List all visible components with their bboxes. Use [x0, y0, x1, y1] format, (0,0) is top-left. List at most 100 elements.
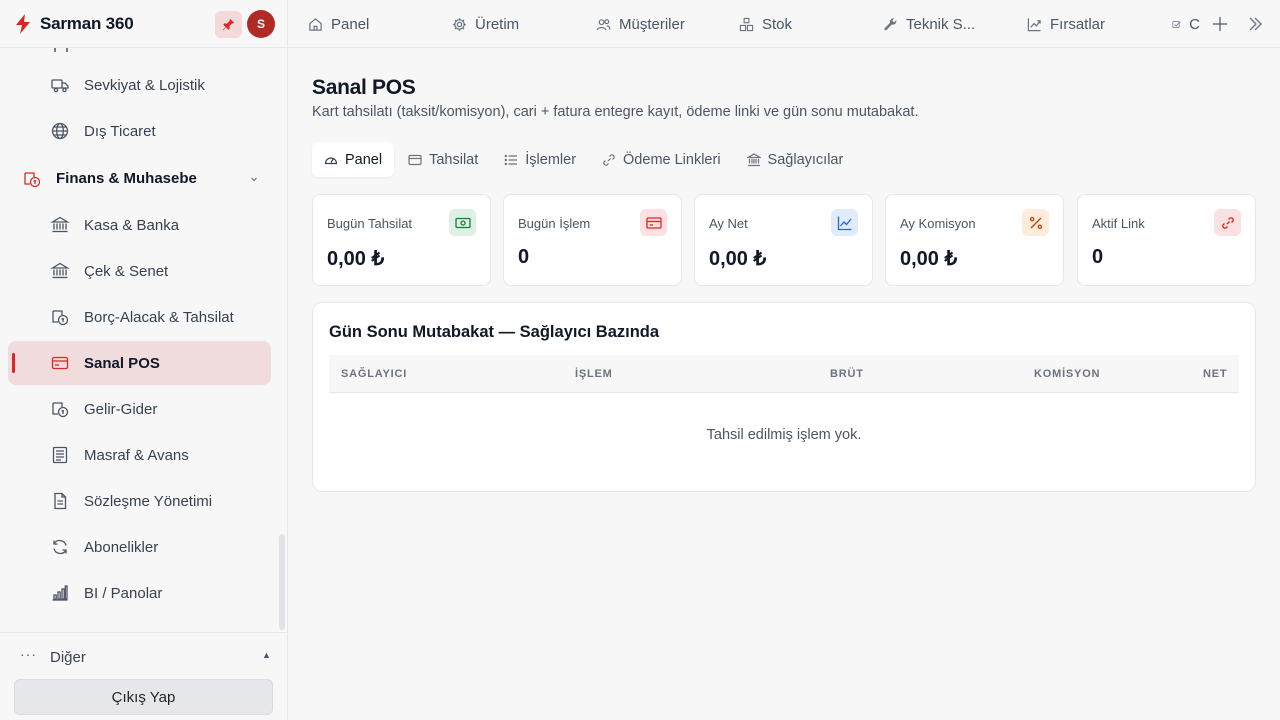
other-menu-toggle[interactable]: ··· Diğer ▲: [0, 633, 287, 679]
column-header-brut[interactable]: BRÜT: [830, 368, 864, 380]
line-chart-icon: [831, 209, 858, 236]
brand[interactable]: Sarman 360: [0, 0, 287, 48]
top-tab-musteriler[interactable]: Müşteriler: [596, 0, 685, 48]
sidebar-item-label: Abonelikler: [84, 538, 159, 556]
stat-value: 0: [1092, 246, 1104, 268]
sidebar-item-label: Sevkiyat & Lojistik: [84, 76, 205, 94]
empty-state-text: Tahsil edilmiş işlem yok.: [706, 427, 862, 443]
link-icon: [603, 153, 615, 166]
bank-icon: [746, 152, 761, 166]
sub-tabs: Panel Tahsilat İşlemler Ödeme Linkleri S…: [312, 142, 857, 178]
sidebar-item-kasa-banka[interactable]: Kasa & Banka: [8, 203, 271, 247]
document-icon: [54, 492, 67, 510]
percent-icon: [1022, 209, 1049, 236]
tab-tahsilat[interactable]: Tahsilat: [396, 142, 490, 177]
sidebar-item-abonelikler[interactable]: Abonelikler: [8, 525, 271, 569]
column-header-net[interactable]: NET: [1203, 368, 1227, 380]
sidebar-group-finans[interactable]: Finans & Muhasebe: [8, 157, 271, 201]
column-header-komisyon[interactable]: KOMİSYON: [1034, 368, 1100, 380]
sidebar-item-label: Sözleşme Yönetimi: [84, 492, 213, 510]
sidebar-item-label: Çek & Senet: [84, 262, 169, 280]
stat-card-bugun-islem: Bugün İşlem 0: [503, 194, 682, 286]
stat-card-ay-komisyon: Ay Komisyon 0,00 ₺: [885, 194, 1064, 286]
sidebar-item-label: BI / Panolar: [84, 584, 163, 602]
stat-value: 0,00 ₺: [900, 248, 958, 270]
home-icon: [309, 17, 322, 31]
main-content: Sanal POS Kart tahsilatı (taksit/komisyo…: [288, 48, 1280, 720]
list-icon: [504, 154, 518, 165]
logout-button[interactable]: Çıkış Yap: [14, 679, 273, 715]
credit-card-icon: [51, 356, 69, 370]
page-title: Sanal POS: [312, 76, 416, 99]
stat-label: Ay Komisyon: [900, 216, 976, 231]
top-tab-teknik-servis[interactable]: Teknik S...: [883, 0, 975, 48]
sidebar-item-sevkiyat[interactable]: Sevkiyat & Lojistik: [8, 63, 271, 107]
sidebar-item-label: Kasa & Banka: [84, 216, 180, 234]
link-icon: [1214, 209, 1241, 236]
column-header-saglayici[interactable]: SAĞLAYICI: [341, 368, 407, 380]
tab-label: İşlemler: [525, 151, 577, 168]
sidebar-item-borc-alacak[interactable]: Borç-Alacak & Tahsilat: [8, 295, 271, 339]
finance-icon: [24, 172, 41, 188]
tab-saglayicilar[interactable]: Sağlayıcılar: [735, 142, 856, 177]
chevrons-right-icon[interactable]: [1247, 16, 1263, 32]
top-tab-stok[interactable]: Stok: [739, 0, 792, 48]
caret-up-icon: ▲: [262, 650, 271, 660]
stat-value: 0: [518, 246, 530, 268]
sidebar-item-sozlesme[interactable]: Sözleşme Yönetimi: [8, 479, 271, 523]
tab-islemler[interactable]: İşlemler: [492, 142, 588, 177]
checkbox-icon: [1172, 20, 1181, 28]
sidebar-item-dis-ticaret[interactable]: Dış Ticaret: [8, 109, 271, 153]
stat-card-aktif-link: Aktif Link 0: [1077, 194, 1256, 286]
cash-icon: [449, 209, 476, 236]
top-tab-label: Müşteriler: [619, 15, 685, 33]
trend-icon: [1027, 17, 1041, 31]
tab-label: Panel: [345, 151, 383, 168]
table-header: SAĞLAYICI İŞLEM BRÜT KOMİSYON NET: [329, 355, 1239, 393]
sidebar: Sarman 360 S Sevkiyat & Lojistik Dış Tic…: [0, 0, 288, 720]
bolt-icon: [14, 13, 32, 34]
top-tab-truncated[interactable]: C: [1172, 0, 1200, 48]
pin-icon: [222, 18, 235, 31]
stat-label: Aktif Link: [1092, 216, 1145, 231]
gear-icon: [453, 17, 466, 31]
pin-button[interactable]: [215, 11, 242, 38]
sidebar-item-label: Dış Ticaret: [84, 122, 156, 140]
add-tab-icon[interactable]: [1210, 14, 1230, 34]
top-navbar: Panel Üretim Müşteriler Stok Teknik S...…: [288, 0, 1280, 48]
stat-label: Bugün Tahsilat: [327, 216, 413, 231]
tab-odeme-linkleri[interactable]: Ödeme Linkleri: [590, 142, 733, 177]
sidebar-item-masraf-avans[interactable]: Masraf & Avans: [8, 433, 271, 477]
reconciliation-panel: Gün Sonu Mutabakat — Sağlayıcı Bazında S…: [312, 302, 1256, 492]
sidebar-item-gelir-gider[interactable]: Gelir-Gider: [8, 387, 271, 431]
tab-panel[interactable]: Panel: [312, 142, 395, 177]
top-tab-label: C: [1189, 15, 1200, 33]
stat-label: Ay Net: [709, 216, 748, 231]
top-tab-uretim[interactable]: Üretim: [452, 0, 519, 48]
sidebar-group-label: Finans & Muhasebe: [56, 170, 197, 187]
sidebar-item-sanal-pos[interactable]: Sanal POS: [8, 341, 271, 385]
sidebar-item-label: Masraf & Avans: [84, 446, 189, 464]
bar-chart-icon: [52, 585, 68, 601]
avatar[interactable]: S: [247, 10, 275, 38]
top-tab-label: Teknik S...: [906, 15, 976, 33]
top-tab-firsatlar[interactable]: Fırsatlar: [1027, 0, 1105, 48]
app-title: Sarman 360: [40, 13, 134, 33]
column-header-islem[interactable]: İŞLEM: [575, 368, 613, 380]
sidebar-item-label: Sanal POS: [84, 354, 160, 372]
sidebar-item-cek-senet[interactable]: Çek & Senet: [8, 249, 271, 293]
globe-icon: [51, 122, 69, 140]
more-dots-icon: ···: [20, 646, 37, 662]
wrench-icon: [884, 17, 897, 30]
stat-value: 0,00 ₺: [709, 248, 767, 270]
tab-label: Sağlayıcılar: [767, 151, 844, 168]
top-tab-panel[interactable]: Panel: [308, 0, 369, 48]
money-cycle-icon: [52, 310, 69, 326]
sidebar-nav: Sevkiyat & Lojistik Dış Ticaret Finans &…: [0, 48, 287, 632]
sidebar-scrollbar[interactable]: [279, 534, 285, 630]
boxes-icon: [739, 17, 754, 31]
sidebar-item-label: Borç-Alacak & Tahsilat: [84, 308, 234, 326]
chevron-down-icon: [251, 177, 257, 182]
stat-value: 0,00 ₺: [327, 248, 385, 270]
sidebar-item-bi-panolar[interactable]: BI / Panolar: [8, 571, 271, 615]
